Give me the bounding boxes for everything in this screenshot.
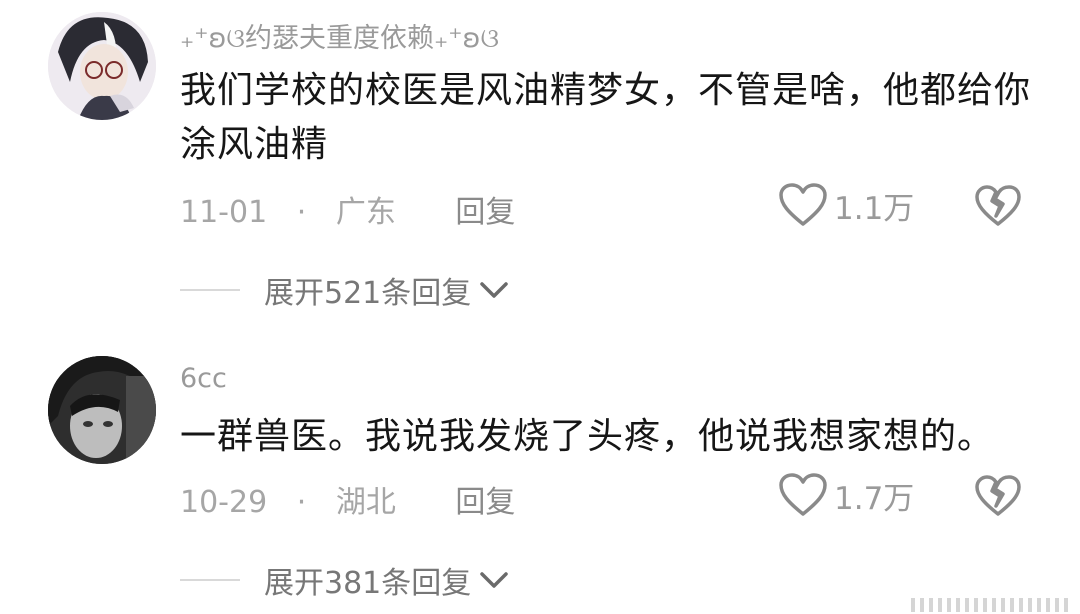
broken-heart-icon xyxy=(975,185,1021,226)
like-button[interactable]: 1.7万 xyxy=(778,472,914,518)
dislike-button[interactable] xyxy=(974,474,1022,522)
dislike-button[interactable] xyxy=(974,184,1022,232)
username[interactable]: ₊⁺ʚଓ约瑟夫重度依赖₊⁺ʚଓ xyxy=(180,16,499,55)
comment-text: 我们学校的校医是风油精梦女，不管是啥，他都给你涂风油精 xyxy=(180,70,1032,165)
expand-replies-button[interactable]: 展开381条回复 xyxy=(180,558,509,602)
comment-meta: 11-01 · 广东 回复 xyxy=(180,187,515,231)
divider xyxy=(180,579,240,581)
heart-outline-icon xyxy=(779,183,827,226)
like-count: 1.1万 xyxy=(834,190,915,227)
chevron-down-icon xyxy=(480,282,509,298)
like-count: 1.7万 xyxy=(834,480,915,517)
reply-button[interactable]: 回复 xyxy=(455,477,515,521)
chevron-down-icon xyxy=(480,572,509,588)
comment-location: 湖北 xyxy=(335,485,396,520)
reply-button[interactable]: 回复 xyxy=(455,187,515,231)
expand-replies-label: 展开521条回复 xyxy=(264,276,472,311)
divider xyxy=(180,289,240,291)
meta-separator: · xyxy=(296,485,307,520)
avatar[interactable] xyxy=(48,356,156,464)
username[interactable]: 6cc xyxy=(180,363,227,394)
expand-replies-label: 展开381条回复 xyxy=(264,566,472,601)
avatar[interactable] xyxy=(48,12,156,120)
watermark-bars xyxy=(906,598,1068,612)
comment-date: 10-29 xyxy=(180,485,268,520)
heart-outline-icon xyxy=(779,473,827,516)
comment-date: 11-01 xyxy=(180,195,268,230)
like-button[interactable]: 1.1万 xyxy=(778,182,914,228)
broken-heart-icon xyxy=(975,475,1021,516)
meta-separator: · xyxy=(296,195,307,230)
comment-meta: 10-29 · 湖北 回复 xyxy=(180,477,515,521)
expand-replies-button[interactable]: 展开521条回复 xyxy=(180,268,509,312)
comment-text: 一群兽医。我说我发烧了头疼，他说我想家想的。 xyxy=(180,416,995,457)
comment-location: 广东 xyxy=(335,195,396,230)
